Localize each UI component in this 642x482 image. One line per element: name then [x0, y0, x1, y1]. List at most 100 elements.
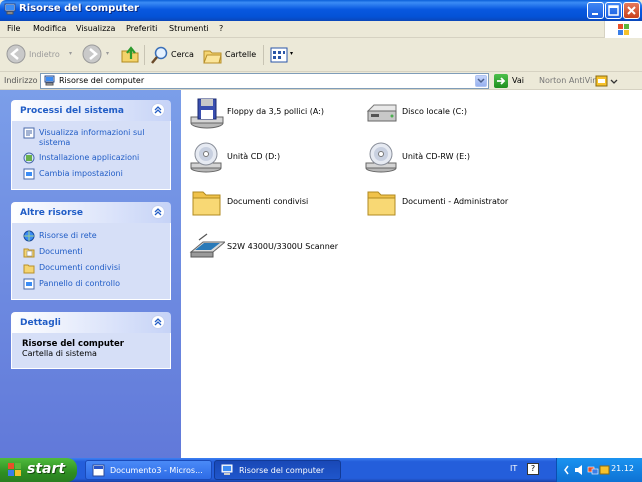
system-tasks-title: Processi del sistema — [20, 106, 125, 116]
folder-item-shared-documents[interactable]: Documenti condivisi — [185, 185, 355, 221]
collapse-chevron-icon[interactable] — [151, 315, 165, 329]
details-item-name: Risorse del computer — [22, 339, 124, 349]
task-label: Risorse del computer — [239, 466, 325, 475]
menu-bar: File Modifica Visualizza Preferiti Strum… — [0, 21, 642, 38]
menu-help[interactable]: ? — [219, 24, 223, 33]
drive-item-cd-rw[interactable]: Unità CD-RW (E:) — [360, 140, 530, 176]
task-button-my-computer[interactable]: Risorse del computer — [214, 460, 341, 480]
control-panel-icon — [23, 278, 35, 290]
system-info-icon — [23, 127, 35, 139]
minimize-button[interactable] — [587, 2, 604, 19]
task-button-word[interactable]: Documento3 - Micros... — [85, 460, 212, 480]
scanner-icon — [189, 232, 227, 266]
norton-antivirus-icon[interactable] — [595, 74, 619, 90]
floppy-drive-icon — [189, 97, 225, 131]
norton-tray-icon[interactable] — [599, 463, 611, 479]
system-tasks-panel: Visualizza informazioni sul sistema Inst… — [11, 121, 171, 190]
back-dropdown-icon[interactable]: ▾ — [69, 50, 72, 57]
volume-icon[interactable] — [573, 463, 585, 479]
close-button[interactable] — [623, 2, 640, 19]
other-places-panel: Risorse di rete Documenti Documenti cond… — [11, 223, 171, 300]
network-tray-icon[interactable] — [587, 463, 599, 479]
menu-modifica[interactable]: Modifica — [33, 24, 66, 33]
network-icon — [23, 230, 35, 242]
network-places-link[interactable]: Risorse di rete — [23, 230, 163, 242]
start-button[interactable]: start — [0, 458, 77, 482]
search-button[interactable]: Cerca — [149, 44, 197, 66]
tray-chevron-icon[interactable] — [561, 463, 573, 479]
collapse-chevron-icon[interactable] — [151, 205, 165, 219]
go-label[interactable]: Vai — [512, 76, 524, 85]
address-value: Risorse del computer — [59, 76, 145, 85]
search-label: Cerca — [171, 50, 194, 59]
help-icon[interactable]: ? — [527, 463, 539, 475]
details-header[interactable]: Dettagli — [11, 312, 171, 333]
address-input[interactable]: Risorse del computer — [40, 73, 489, 89]
details-title: Dettagli — [20, 318, 61, 328]
item-label: Floppy da 3,5 pollici (A:) — [227, 107, 325, 116]
file-view: Floppy da 3,5 pollici (A:) Disco locale … — [181, 90, 642, 458]
system-tasks-header[interactable]: Processi del sistema — [11, 100, 171, 121]
address-bar: Indirizzo Risorse del computer Vai Norto… — [0, 72, 642, 90]
folders-icon — [203, 45, 223, 67]
item-label: Disco locale (C:) — [402, 107, 468, 116]
item-label: Unità CD-RW (E:) — [402, 152, 471, 161]
system-tray: 21.12 — [556, 458, 642, 482]
documents-folder-icon — [23, 246, 35, 258]
folders-label: Cartelle — [225, 50, 257, 59]
folder-icon — [189, 187, 225, 221]
change-settings-link[interactable]: Cambia impostazioni — [23, 168, 163, 180]
drive-item-cd[interactable]: Unità CD (D:) — [185, 140, 355, 176]
up-folder-button[interactable] — [120, 44, 140, 66]
task-label: Documento3 - Micros... — [110, 466, 203, 475]
folder-item-admin-documents[interactable]: Documenti - Administrator — [360, 185, 530, 221]
maximize-button[interactable] — [605, 2, 622, 19]
system-info-link[interactable]: Visualizza informazioni sul sistema — [23, 127, 163, 149]
my-computer-icon — [4, 3, 17, 18]
task-pane: Processi del sistema Visualizza informaz… — [0, 90, 181, 458]
add-remove-programs-link[interactable]: Installazione applicazioni — [23, 152, 163, 164]
shared-documents-link[interactable]: Documenti condivisi — [23, 262, 163, 274]
item-label: S2W 4300U/3300U Scanner — [227, 242, 339, 251]
details-panel: Risorse del computer Cartella di sistema — [11, 333, 171, 369]
menu-file[interactable]: File — [7, 24, 20, 33]
forward-dropdown-icon[interactable]: ▾ — [106, 50, 109, 57]
toolbar-separator — [263, 45, 264, 65]
views-icon — [269, 45, 289, 67]
drive-item-local-disk[interactable]: Disco locale (C:) — [360, 95, 530, 131]
menu-visualizza[interactable]: Visualizza — [76, 24, 115, 33]
back-button[interactable]: Indietro — [6, 44, 66, 66]
drive-item-floppy[interactable]: Floppy da 3,5 pollici (A:) — [185, 95, 355, 131]
windows-flag-icon — [604, 21, 642, 38]
menu-preferiti[interactable]: Preferiti — [126, 24, 157, 33]
start-label: start — [27, 461, 66, 477]
views-button[interactable]: ▾ — [269, 44, 297, 66]
title-bar[interactable]: Risorse del computer — [0, 0, 642, 21]
views-dropdown-icon: ▾ — [290, 50, 294, 57]
my-computer-icon — [44, 75, 56, 89]
clock[interactable]: 21.12 — [611, 464, 634, 473]
documents-link[interactable]: Documenti — [23, 246, 163, 258]
hard-disk-icon — [364, 97, 400, 131]
device-item-scanner[interactable]: S2W 4300U/3300U Scanner — [185, 230, 355, 266]
search-icon — [149, 45, 169, 67]
menu-strumenti[interactable]: Strumenti — [169, 24, 209, 33]
go-button[interactable] — [494, 74, 508, 88]
details-item-description: Cartella di sistema — [22, 349, 97, 358]
address-dropdown-button[interactable] — [475, 75, 487, 87]
other-places-title: Altre risorse — [20, 208, 83, 218]
shared-folder-icon — [23, 262, 35, 274]
toolbar-separator — [144, 45, 145, 65]
other-places-header[interactable]: Altre risorse — [11, 202, 171, 223]
folder-icon — [364, 187, 400, 221]
forward-button[interactable] — [82, 44, 104, 66]
control-panel-link[interactable]: Pannello di controllo — [23, 278, 163, 290]
item-label: Unità CD (D:) — [227, 152, 281, 161]
folders-button[interactable]: Cartelle — [203, 44, 259, 66]
back-arrow-icon — [6, 44, 26, 66]
language-indicator[interactable]: IT — [510, 464, 517, 473]
my-computer-icon — [221, 464, 234, 479]
word-document-icon — [92, 464, 105, 479]
collapse-chevron-icon[interactable] — [151, 103, 165, 117]
item-label: Documenti condivisi — [227, 197, 309, 206]
